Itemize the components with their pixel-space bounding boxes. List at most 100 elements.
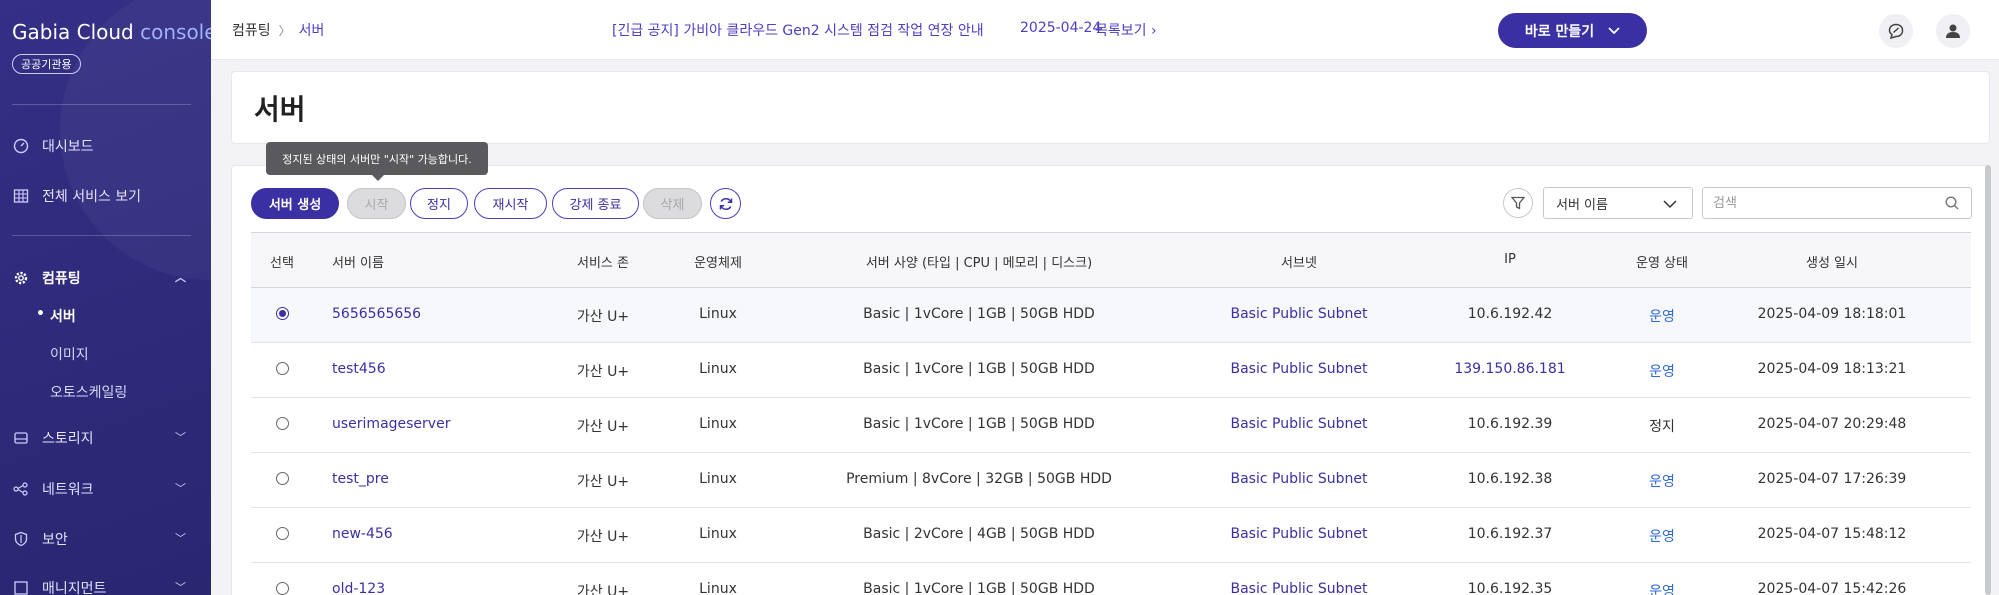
- breadcrumb: 컴퓨팅 〉 서버: [232, 20, 324, 40]
- notice-more-label: 목록보기: [1095, 23, 1147, 39]
- storage-icon: [12, 429, 30, 447]
- notice-link[interactable]: [긴급 공지] 가비아 클라우드 Gen2 시스템 점검 작업 연장 안내: [612, 20, 984, 40]
- create-server-button[interactable]: 서버 생성: [251, 188, 339, 219]
- sidebar-item-label: 보안: [42, 532, 68, 548]
- spec-cell: Basic | 1vCore | 1GB | 50GB HDD: [863, 306, 1095, 322]
- quick-create-button[interactable]: 바로 만들기: [1498, 13, 1647, 48]
- breadcrumb-current: 서버: [298, 23, 325, 39]
- column-header-os[interactable]: 운영체제: [694, 252, 742, 271]
- server-name-link[interactable]: old-123: [332, 581, 385, 595]
- sidebar-subitem-server[interactable]: 서버: [36, 306, 76, 326]
- feedback-button[interactable]: [1879, 14, 1913, 48]
- user-profile-button[interactable]: [1936, 14, 1970, 48]
- delete-button[interactable]: 삭제: [643, 188, 702, 219]
- start-tooltip: 정지된 상태의 서버만 "시작" 가능합니다.: [266, 142, 488, 181]
- sidebar-divider: [12, 235, 191, 236]
- server-name-link[interactable]: 5656565656: [332, 306, 421, 322]
- status-cell: 운영: [1649, 584, 1675, 595]
- quick-create-label: 바로 만들기: [1524, 23, 1595, 40]
- column-header-ip[interactable]: IP: [1504, 252, 1516, 267]
- table-row[interactable]: old-123 가산 U+ Linux Basic | 1vCore | 1GB | …: [251, 563, 1971, 595]
- row-select-radio[interactable]: [276, 307, 289, 320]
- page-title: 서버: [254, 93, 306, 126]
- ip-cell: 10.6.192.37: [1467, 526, 1553, 542]
- zone-cell: 가산 U+: [576, 474, 630, 490]
- created-cell: 2025-04-07 17:26:39: [1757, 471, 1907, 487]
- sidebar-item-network[interactable]: 네트워크 ﹀: [12, 477, 192, 501]
- chevron-down-icon: ﹀: [175, 431, 186, 444]
- filter-icon: [1511, 196, 1525, 210]
- column-header-zone[interactable]: 서비스 존: [577, 252, 629, 271]
- scrollbar[interactable]: [1985, 165, 1991, 595]
- created-cell: 2025-04-09 18:18:01: [1757, 306, 1907, 322]
- os-cell: Linux: [699, 416, 737, 432]
- subnet-link[interactable]: Basic Public Subnet: [1230, 361, 1367, 377]
- subnet-link[interactable]: Basic Public Subnet: [1230, 581, 1367, 595]
- server-name-link[interactable]: test456: [332, 361, 386, 377]
- sidebar-subitem-image[interactable]: 이미지: [50, 344, 89, 364]
- column-header-status[interactable]: 운영 상태: [1636, 252, 1688, 271]
- spec-cell: Basic | 1vCore | 1GB | 50GB HDD: [863, 361, 1095, 377]
- breadcrumb-item[interactable]: 컴퓨팅: [232, 20, 271, 40]
- gear-icon: [12, 269, 30, 287]
- chevron-down-icon: ﹀: [175, 532, 186, 545]
- sidebar: Gabia Cloud console 공공기관용 대시보드 전체 서비스 보기…: [0, 0, 211, 595]
- sidebar-item-label: 전체 서비스 보기: [42, 189, 142, 205]
- subnet-link[interactable]: Basic Public Subnet: [1230, 526, 1367, 542]
- table-row[interactable]: test_pre 가산 U+ Linux Premium | 8vCore | 32G…: [251, 453, 1971, 508]
- row-select-radio[interactable]: [276, 362, 289, 375]
- chat-icon: [1888, 23, 1904, 40]
- server-name-link[interactable]: test_pre: [332, 471, 389, 487]
- refresh-icon: [719, 197, 732, 210]
- filter-button[interactable]: [1503, 188, 1533, 218]
- table-row[interactable]: userimageserver 가산 U+ Linux Basic | 1vCore …: [251, 398, 1971, 453]
- search-input[interactable]: [1702, 187, 1972, 219]
- sidebar-item-dashboard[interactable]: 대시보드: [12, 134, 192, 158]
- table-row[interactable]: new-456 가산 U+ Linux Basic | 2vCore | 4GB | …: [251, 508, 1971, 563]
- chevron-down-icon: ﹀: [175, 482, 186, 495]
- table-row[interactable]: test456 가산 U+ Linux Basic | 1vCore | 1GB | …: [251, 343, 1971, 398]
- chevron-down-icon: [1663, 200, 1677, 209]
- sidebar-item-all-services[interactable]: 전체 서비스 보기: [12, 184, 192, 208]
- start-button[interactable]: 시작: [347, 188, 406, 219]
- refresh-button[interactable]: [710, 188, 741, 219]
- zone-cell: 가산 U+: [576, 529, 630, 545]
- os-cell: Linux: [699, 306, 737, 322]
- column-header-spec[interactable]: 서버 사양 (타입 | CPU | 메모리 | 디스크): [866, 252, 1092, 271]
- table-row[interactable]: 5656565656 가산 U+ Linux Basic | 1vCore | 1GB…: [251, 288, 1971, 343]
- status-cell: 운영: [1649, 474, 1675, 490]
- subnet-link[interactable]: Basic Public Subnet: [1230, 416, 1367, 432]
- status-cell: 운영: [1649, 309, 1675, 325]
- brand-logo[interactable]: Gabia Cloud console: [12, 20, 211, 44]
- row-select-radio[interactable]: [276, 527, 289, 540]
- sidebar-item-management[interactable]: 매니지먼트 ﹀: [12, 576, 192, 595]
- sidebar-subitem-autoscaling[interactable]: 오토스케일링: [50, 382, 127, 402]
- server-name-link[interactable]: new-456: [332, 526, 393, 542]
- search-icon[interactable]: [1944, 195, 1960, 211]
- column-header-subnet[interactable]: 서브넷: [1281, 252, 1317, 271]
- notice-more-link[interactable]: 목록보기 ›: [1095, 20, 1157, 40]
- force-stop-button[interactable]: 강제 종료: [552, 188, 639, 219]
- sidebar-item-computing[interactable]: 컴퓨팅 ︿: [12, 266, 192, 290]
- sidebar-item-label: 네트워크: [42, 482, 94, 498]
- ip-cell[interactable]: 139.150.86.181: [1454, 361, 1565, 377]
- subnet-link[interactable]: Basic Public Subnet: [1230, 306, 1367, 322]
- restart-button[interactable]: 재시작: [474, 188, 547, 219]
- row-select-radio[interactable]: [276, 472, 289, 485]
- sidebar-item-label: 매니지먼트: [42, 581, 107, 595]
- spec-cell: Premium | 8vCore | 32GB | 50GB HDD: [846, 471, 1112, 487]
- row-select-radio[interactable]: [276, 582, 289, 595]
- stop-button[interactable]: 정지: [410, 188, 468, 219]
- search-field-select[interactable]: 서버 이름: [1543, 187, 1693, 219]
- sidebar-divider: [12, 104, 191, 105]
- subnet-link[interactable]: Basic Public Subnet: [1230, 471, 1367, 487]
- created-cell: 2025-04-07 20:29:48: [1757, 416, 1907, 432]
- row-select-radio[interactable]: [276, 417, 289, 430]
- column-header-select: 선택: [270, 256, 294, 271]
- server-name-link[interactable]: userimageserver: [332, 416, 450, 432]
- sidebar-item-security[interactable]: 보안 ﹀: [12, 527, 192, 551]
- sidebar-item-storage[interactable]: 스토리지 ﹀: [12, 426, 192, 450]
- column-header-created[interactable]: 생성 일시: [1806, 252, 1858, 271]
- column-header-name[interactable]: 서버 이름: [332, 252, 384, 271]
- chevron-down-icon: ﹀: [175, 581, 186, 594]
